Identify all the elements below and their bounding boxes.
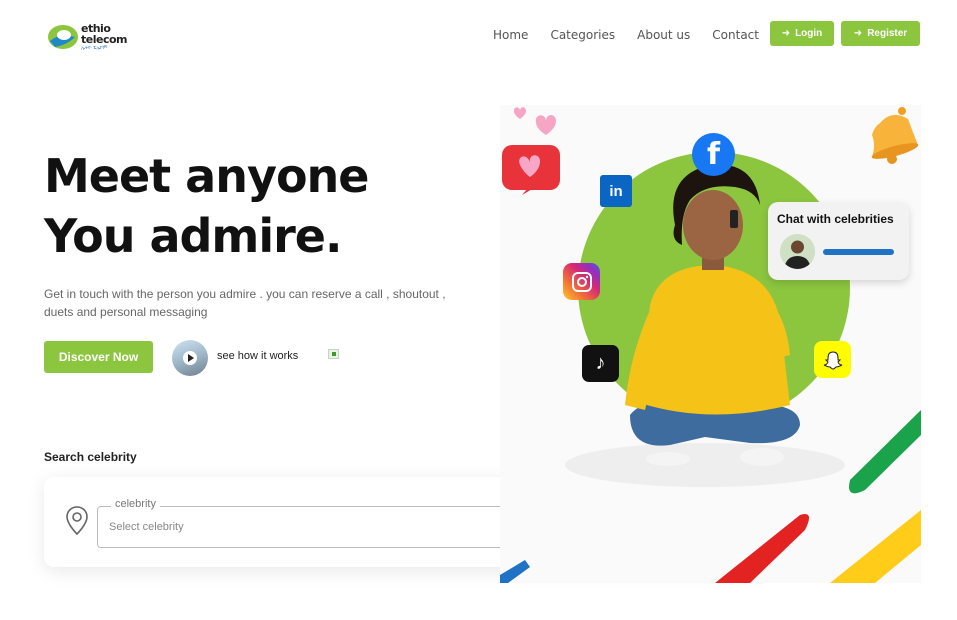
celebrity-field-legend: celebrity bbox=[111, 498, 160, 510]
login-button[interactable]: ➜ Login bbox=[770, 21, 834, 46]
chat-card-title: Chat with celebrities bbox=[777, 212, 894, 226]
discover-now-button[interactable]: Discover Now bbox=[44, 341, 153, 373]
logo-subtitle: ኢትዮ ቴሌኮም bbox=[81, 45, 108, 51]
bell-icon bbox=[862, 105, 921, 167]
hero-illustration: f in ♪ bbox=[500, 105, 921, 583]
tiktok-icon: ♪ bbox=[582, 345, 619, 382]
celebrity-avatar bbox=[780, 234, 815, 269]
register-icon: ➜ bbox=[853, 28, 863, 39]
login-icon: ➜ bbox=[781, 28, 791, 39]
floating-hearts-icon bbox=[512, 105, 562, 143]
hero-title: Meet anyone You admire. bbox=[44, 146, 484, 266]
hearts-chat-icon bbox=[500, 143, 562, 195]
location-pin-icon bbox=[64, 505, 90, 537]
snapchat-icon bbox=[814, 341, 851, 378]
facebook-icon: f bbox=[692, 133, 735, 176]
ethio-telecom-logo-icon bbox=[47, 23, 79, 51]
main-nav: Home Categories About us Contact bbox=[493, 28, 781, 42]
video-thumbnail[interactable] bbox=[172, 340, 208, 376]
chat-message-bar bbox=[823, 249, 894, 255]
hero-title-line2: You admire. bbox=[44, 209, 342, 263]
search-label: Search celebrity bbox=[44, 450, 137, 464]
hero-description: Get in touch with the person you admire … bbox=[44, 287, 446, 319]
hero-title-line1: Meet anyone bbox=[44, 149, 370, 203]
play-icon bbox=[183, 351, 197, 365]
download-image-icon bbox=[328, 349, 339, 359]
nav-about-us[interactable]: About us bbox=[637, 28, 690, 42]
brand-logo[interactable]: ethio telecom ኢትዮ ቴሌኮም bbox=[47, 22, 157, 52]
see-how-it-works-link[interactable]: see how it works bbox=[217, 350, 298, 362]
linkedin-icon: in bbox=[600, 175, 632, 207]
nav-contact[interactable]: Contact bbox=[712, 28, 759, 42]
register-button[interactable]: ➜ Register bbox=[841, 21, 920, 46]
register-label: Register bbox=[867, 28, 908, 39]
celebrity-select-input[interactable]: Select celebrity bbox=[109, 521, 184, 533]
login-label: Login bbox=[795, 28, 823, 39]
nav-home[interactable]: Home bbox=[493, 28, 528, 42]
nav-categories[interactable]: Categories bbox=[550, 28, 615, 42]
logo-name: ethio telecom bbox=[81, 22, 128, 46]
instagram-icon bbox=[563, 263, 600, 300]
